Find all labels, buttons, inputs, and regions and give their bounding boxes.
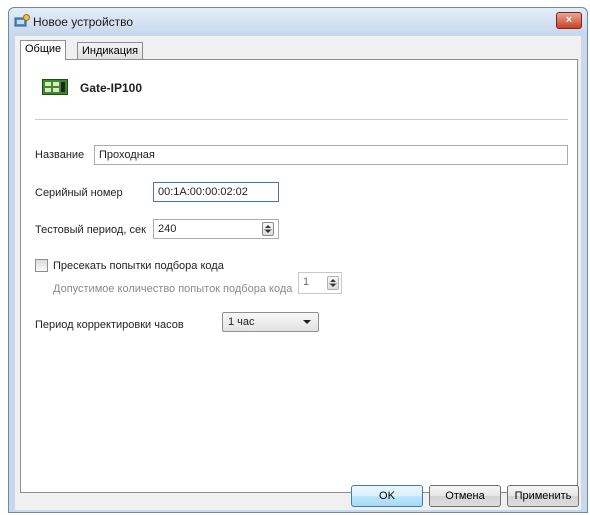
serial-number-label: Серийный номер [35, 187, 123, 199]
title-bar[interactable]: Новое устройство × [9, 8, 587, 35]
block-bruteforce-checkbox[interactable] [35, 259, 48, 272]
header-divider [35, 119, 568, 120]
tab-general[interactable]: Общие [20, 40, 67, 60]
clock-period-label: Период корректировки часов [35, 319, 184, 331]
test-period-input[interactable]: 240 [153, 219, 279, 239]
allowed-attempts-spinner[interactable] [327, 276, 339, 290]
close-icon: × [565, 14, 573, 26]
name-input[interactable]: Проходная [94, 145, 568, 165]
tab-indication[interactable]: Индикация [77, 42, 144, 60]
spin-up-icon [330, 279, 336, 282]
spin-down-icon [330, 284, 336, 287]
window-title: Новое устройство [33, 15, 134, 29]
apply-button[interactable]: Применить [507, 485, 579, 507]
spin-down-icon [265, 230, 271, 233]
controller-board-icon [42, 79, 68, 95]
clock-period-dropdown[interactable]: 1 час [222, 312, 319, 332]
cancel-button[interactable]: Отмена [429, 485, 501, 507]
serial-number-input[interactable]: 00:1A:00:00:02:02 [153, 182, 279, 202]
ok-button[interactable]: OK [351, 485, 423, 507]
dialog-client-area: Общие Индикация Gate-IP100 Название Прох… [15, 36, 581, 510]
test-period-spinner[interactable] [262, 222, 274, 236]
spin-up-icon [265, 225, 271, 228]
dialog-window: Новое устройство × Общие Индикация Gate-… [8, 7, 588, 513]
allowed-attempts-label: Допустимое количество попыток подбора ко… [53, 283, 293, 295]
device-settings-icon [14, 14, 30, 27]
tab-panel-general: Gate-IP100 Название Проходная Серийный н… [20, 59, 578, 493]
block-bruteforce-label: Пресекать попытки подбора кода [53, 260, 224, 272]
clock-period-value: 1 час [228, 316, 255, 328]
name-label: Название [35, 149, 85, 161]
close-button[interactable]: × [556, 12, 582, 29]
chevron-down-icon [303, 320, 311, 324]
device-model-name: Gate-IP100 [80, 81, 143, 95]
test-period-label: Тестовый период, сек [35, 224, 146, 236]
